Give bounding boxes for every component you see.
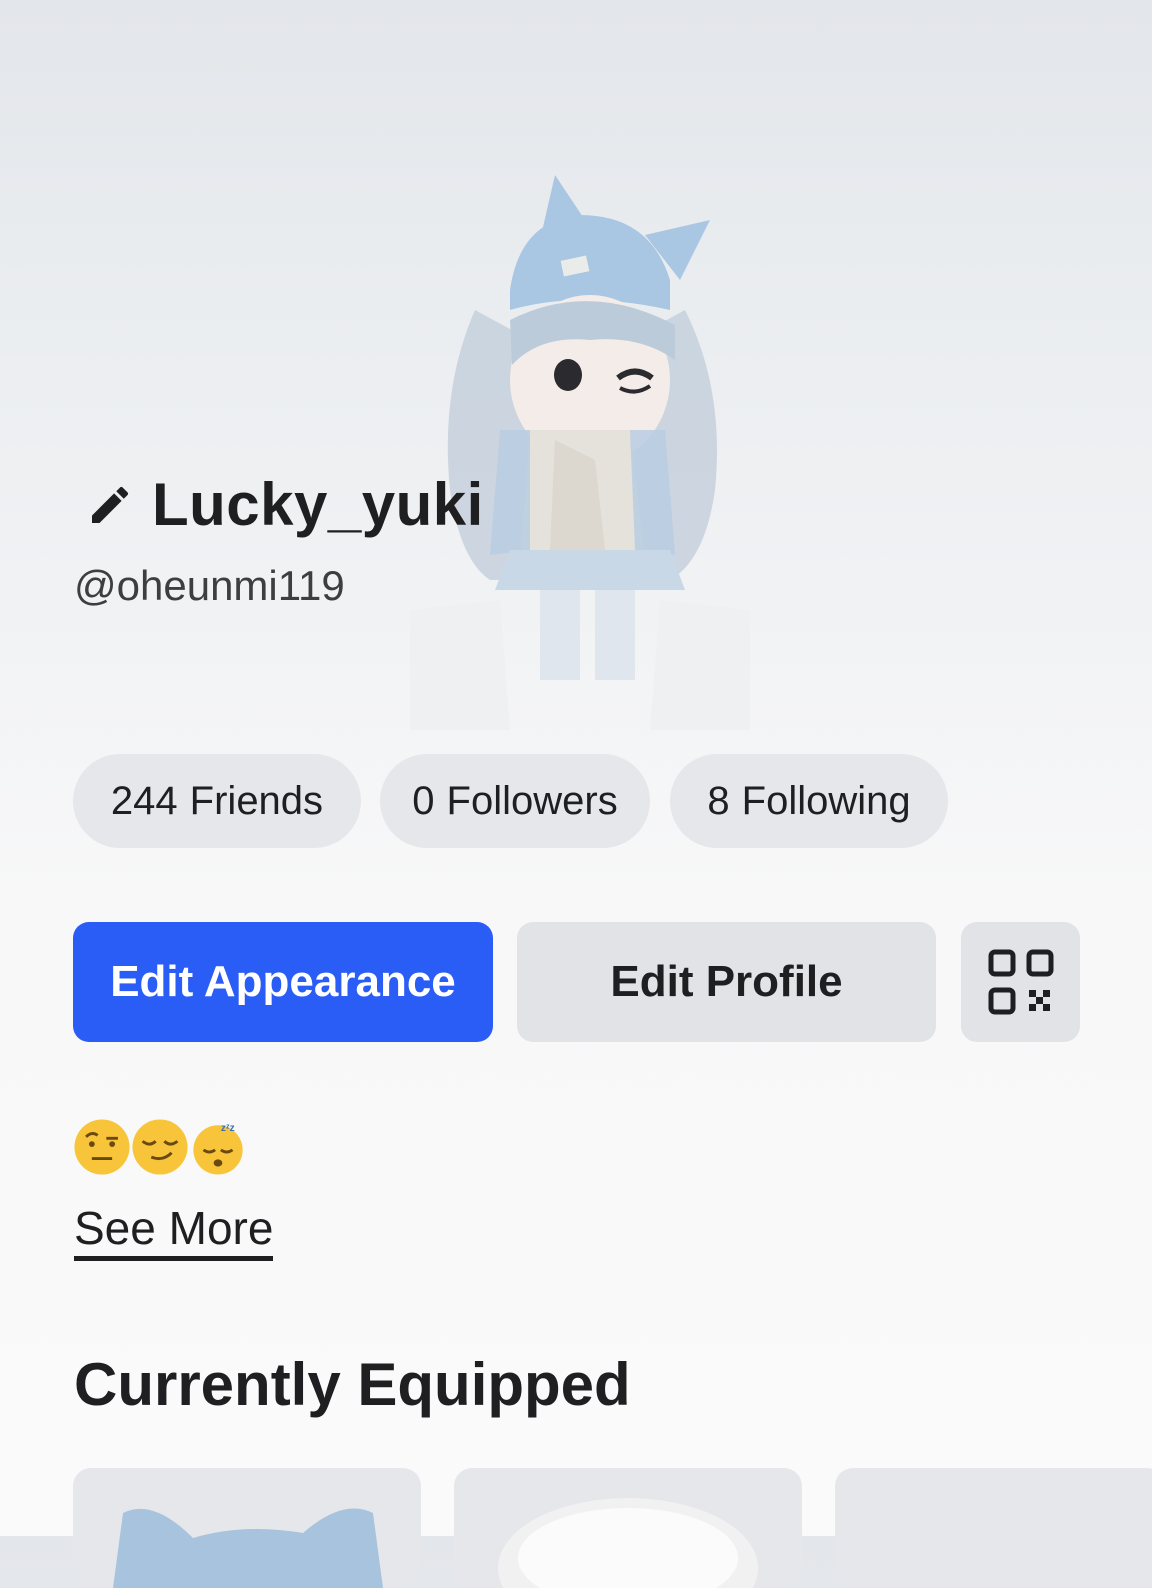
edit-appearance-button[interactable]: Edit Appearance [73,922,493,1042]
qr-code-button[interactable] [961,922,1080,1042]
smirking-emoji-icon [132,1119,188,1175]
equipped-item-card[interactable] [73,1468,421,1588]
display-name: Lucky_yuki [152,471,484,538]
username: @oheunmi119 [74,562,345,609]
equipped-item-card[interactable] [454,1468,802,1588]
cat-ear-beanie-thumbnail [113,1508,383,1588]
friends-label: Friends [189,778,324,823]
avatar-image [380,160,780,760]
friends-pill[interactable]: 244 Friends [73,754,361,848]
about-emojis: zᶻz [73,1118,247,1176]
followers-count: 0 [412,778,435,823]
pencil-icon[interactable] [86,481,134,529]
following-label: Following [741,778,911,823]
see-more-link[interactable]: See More [74,1203,274,1261]
currently-equipped-title: Currently Equipped [74,1351,631,1418]
display-name-row: Lucky_yuki [86,470,484,539]
edit-profile-button[interactable]: Edit Profile [517,922,936,1042]
white-accessory-thumbnail [498,1498,758,1588]
friends-count: 244 [110,778,178,823]
followers-label: Followers [446,778,618,823]
following-pill[interactable]: 8 Following [670,754,948,848]
qr-code-icon [988,949,1053,1015]
svg-text:zᶻz: zᶻz [221,1123,235,1134]
followers-pill[interactable]: 0 Followers [380,754,650,848]
following-count: 8 [707,778,730,823]
raised-eyebrow-emoji-icon [74,1119,130,1175]
sleeping-emoji-icon: zᶻz [193,1123,243,1175]
equipped-item-card[interactable] [835,1468,1152,1588]
